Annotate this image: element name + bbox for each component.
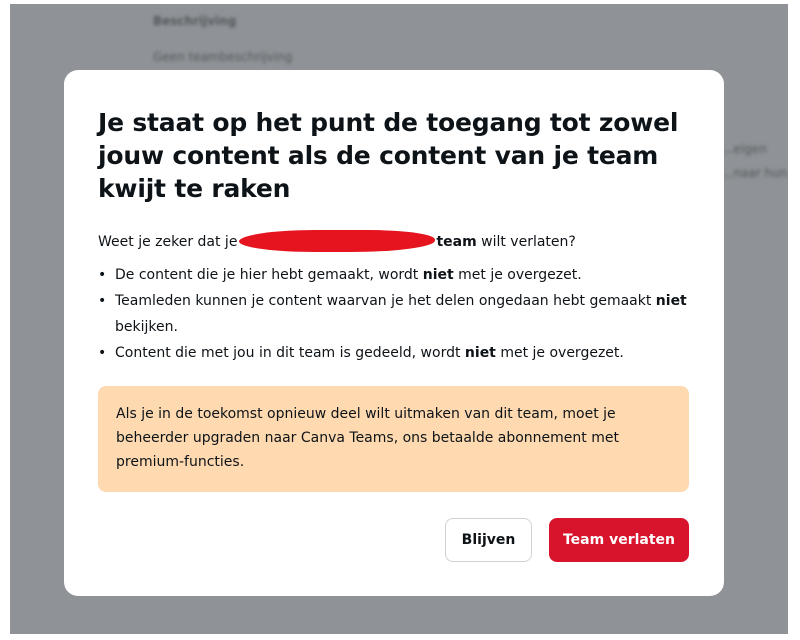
list-item-text: Teamleden kunnen je content waarvan je h…	[115, 293, 656, 309]
background-text-fragment: ...eigen	[722, 142, 767, 156]
list-item: De content die je hier hebt gemaakt, wor…	[98, 262, 715, 288]
background-text-fragment: ...naar hun	[722, 166, 788, 180]
list-item-text: bekijken.	[115, 319, 178, 335]
dialog-title: Je staat op het punt de toegang tot zowe…	[98, 108, 679, 203]
question-team-word: team	[436, 234, 477, 250]
consequences-list: De content die je hier hebt gemaakt, wor…	[98, 262, 715, 366]
upgrade-notice: Als je in de toekomst opnieuw deel wilt …	[98, 386, 689, 492]
redacted-team-name	[239, 230, 436, 252]
background-description-text: Geen teambeschrijving	[153, 50, 293, 64]
background-description-heading: Beschrijving	[153, 14, 237, 28]
list-item-emphasis: niet	[655, 293, 687, 309]
list-item-text: De content die je hier hebt gemaakt, wor…	[115, 267, 423, 283]
list-item-emphasis: niet	[422, 267, 454, 283]
list-item-text: Content die met jou in dit team is gedee…	[115, 345, 465, 361]
leave-team-dialog: Je staat op het punt de toegang tot zowe…	[64, 70, 724, 596]
stay-button[interactable]: Blijven	[445, 518, 532, 562]
list-item: Content die met jou in dit team is gedee…	[98, 340, 715, 366]
list-item-emphasis: niet	[464, 345, 496, 361]
question-suffix: wilt verlaten?	[476, 234, 576, 250]
leave-team-button[interactable]: Team verlaten	[549, 518, 689, 562]
list-item-text: met je overgezet.	[495, 345, 624, 361]
question-prefix: Weet je zeker dat je	[98, 234, 238, 250]
list-item-text: met je overgezet.	[453, 267, 582, 283]
list-item: Teamleden kunnen je content waarvan je h…	[98, 288, 715, 340]
confirmation-question: Weet je zeker dat je team wilt verlaten?	[98, 230, 576, 252]
